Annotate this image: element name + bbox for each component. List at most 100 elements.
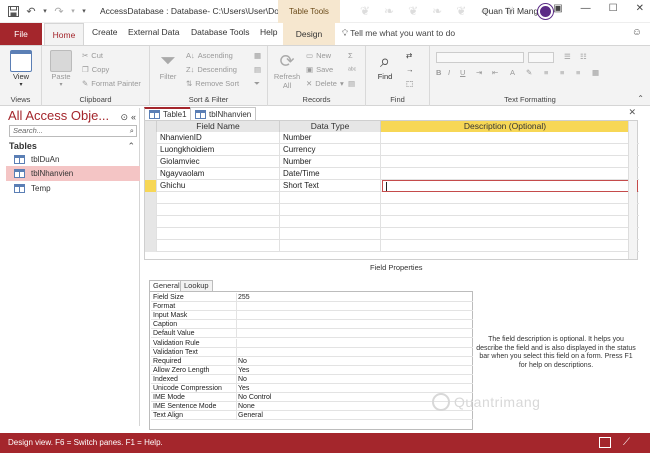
row-selector[interactable] — [145, 204, 157, 216]
data-type-cell[interactable] — [280, 204, 381, 216]
property-row[interactable]: Default Value — [151, 329, 473, 339]
description-cell-active[interactable] — [382, 180, 638, 192]
refresh-all-button[interactable]: ⟳ Refresh All — [272, 50, 302, 90]
maximize-icon[interactable]: ☐ — [609, 3, 618, 14]
field-name-cell[interactable] — [157, 228, 280, 240]
design-view-icon[interactable]: ⟋ — [623, 437, 635, 448]
property-row[interactable]: Unicode Compression Yes — [151, 384, 473, 394]
nav-item-tblnhanvien[interactable]: tblNhanvien — [6, 166, 140, 181]
bold-icon[interactable]: B — [436, 68, 441, 77]
property-row[interactable]: Text Align General — [151, 411, 473, 421]
tab-file[interactable]: File — [0, 23, 42, 45]
delete-record-button[interactable]: ✕ Delete ▾ — [306, 79, 344, 88]
data-type-cell[interactable] — [280, 216, 381, 228]
selection-filter-icon[interactable]: ▦ — [254, 51, 261, 60]
row-selector[interactable] — [145, 144, 157, 156]
description-cell[interactable] — [381, 156, 630, 168]
field-name-cell[interactable]: Ngayvaolam — [157, 168, 280, 180]
property-value[interactable]: No — [238, 375, 247, 384]
undo-dropdown-icon[interactable]: ▾ — [42, 4, 48, 18]
property-row[interactable]: Field Size 255 — [151, 293, 473, 303]
tab-help[interactable]: Help — [260, 27, 277, 37]
property-row[interactable]: Format — [151, 302, 473, 312]
row-selector[interactable] — [145, 228, 157, 240]
copy-button[interactable]: ❐ Copy — [82, 65, 109, 74]
search-input[interactable]: Search... ⌕ — [9, 125, 137, 137]
property-value[interactable]: None — [238, 402, 255, 411]
toggle-filter-icon[interactable]: ⏷ — [254, 79, 260, 89]
redo-icon[interactable]: ↷ — [52, 4, 66, 18]
save-record-button[interactable]: ▣ Save — [306, 65, 333, 74]
data-type-cell[interactable]: Number — [280, 156, 381, 168]
tab-home[interactable]: Home — [44, 23, 84, 46]
underline-icon[interactable]: U — [460, 68, 465, 77]
more-records-icon[interactable]: ▤ — [348, 79, 355, 88]
ribbon-display-icon[interactable]: ▣ — [553, 3, 562, 14]
property-row[interactable]: Allow Zero Length Yes — [151, 365, 473, 375]
tab-lookup[interactable]: Lookup — [180, 280, 213, 291]
data-type-cell[interactable]: Number — [280, 132, 381, 144]
data-type-cell[interactable] — [280, 192, 381, 204]
table-row[interactable]: Luongkhoidiem Currency — [145, 144, 639, 156]
data-type-cell[interactable]: Short Text — [280, 180, 381, 192]
avatar[interactable] — [538, 4, 553, 19]
tab-design[interactable]: Design — [283, 23, 335, 45]
property-value[interactable]: General — [238, 411, 263, 420]
nav-item-tblduan[interactable]: tblDuAn — [6, 152, 140, 167]
indent-icon[interactable]: ⇥ — [476, 68, 482, 77]
property-value[interactable]: Yes — [238, 366, 249, 375]
nav-header[interactable]: All Access Obje... — [8, 108, 109, 123]
highlight-icon[interactable]: ✎ — [526, 68, 532, 77]
row-selector[interactable] — [145, 168, 157, 180]
data-type-cell[interactable]: Currency — [280, 144, 381, 156]
tab-general[interactable]: General — [149, 280, 184, 291]
field-name-cell[interactable] — [157, 192, 280, 204]
property-row[interactable]: IME Sentence Mode None — [151, 402, 473, 412]
cut-button[interactable]: ✂ Cut — [82, 51, 103, 60]
data-type-cell[interactable]: Date/Time — [280, 168, 381, 180]
paste-button[interactable]: Paste ▾ — [48, 50, 74, 88]
field-name-cell[interactable] — [157, 204, 280, 216]
customize-qat-icon[interactable]: ▾ — [80, 4, 88, 18]
row-selector[interactable] — [145, 192, 157, 204]
table-row[interactable]: Giolamviec Number — [145, 156, 639, 168]
gridlines-icon[interactable]: ▦ — [592, 68, 599, 77]
description-cell[interactable] — [381, 168, 630, 180]
list-icon[interactable]: ☰ — [564, 52, 571, 61]
field-name-cell[interactable]: Luongkhoidiem — [157, 144, 280, 156]
grid-scrollbar[interactable] — [628, 121, 637, 259]
tab-database-tools[interactable]: Database Tools — [191, 27, 249, 37]
field-name-cell[interactable] — [157, 240, 280, 252]
share-icon[interactable]: ☺ — [632, 27, 642, 38]
property-row[interactable]: Caption — [151, 320, 473, 330]
row-selector[interactable] — [145, 240, 157, 252]
table-row-empty[interactable] — [145, 192, 639, 204]
align-right-icon[interactable]: ≡ — [576, 68, 580, 77]
property-row[interactable]: Validation Text — [151, 347, 473, 357]
property-value[interactable]: No — [238, 357, 247, 366]
collapse-ribbon-icon[interactable]: ⌃ — [637, 94, 644, 103]
redo-dropdown-icon[interactable]: ▾ — [70, 4, 76, 18]
nav-collapse-icon[interactable]: « — [131, 112, 136, 123]
find-button[interactable]: ⌕ Find — [372, 50, 398, 81]
close-document-icon[interactable]: ✕ — [628, 107, 636, 118]
new-record-button[interactable]: ▭ New — [306, 51, 331, 60]
save-icon[interactable] — [6, 4, 20, 18]
property-row[interactable]: Validation Rule — [151, 338, 473, 348]
tab-table1[interactable]: Table1 — [144, 107, 192, 120]
align-left-icon[interactable]: ≡ — [544, 68, 548, 77]
table-row-empty[interactable] — [145, 204, 639, 216]
minimize-icon[interactable]: — — [581, 3, 591, 14]
font-name-combo[interactable] — [436, 52, 524, 63]
select-icon[interactable]: ⬚ — [406, 79, 413, 88]
undo-icon[interactable]: ↶ — [24, 4, 38, 18]
outdent-icon[interactable]: ⇤ — [492, 68, 498, 77]
property-row[interactable]: Input Mask — [151, 311, 473, 321]
property-value[interactable]: Yes — [238, 384, 249, 393]
close-icon[interactable]: ✕ — [636, 3, 644, 14]
view-button[interactable]: View ▾ — [8, 50, 34, 88]
font-size-combo[interactable] — [528, 52, 554, 63]
table-row-empty[interactable] — [145, 240, 639, 252]
totals-icon[interactable]: Σ — [348, 51, 353, 60]
nav-item-temp[interactable]: Temp — [6, 181, 140, 196]
